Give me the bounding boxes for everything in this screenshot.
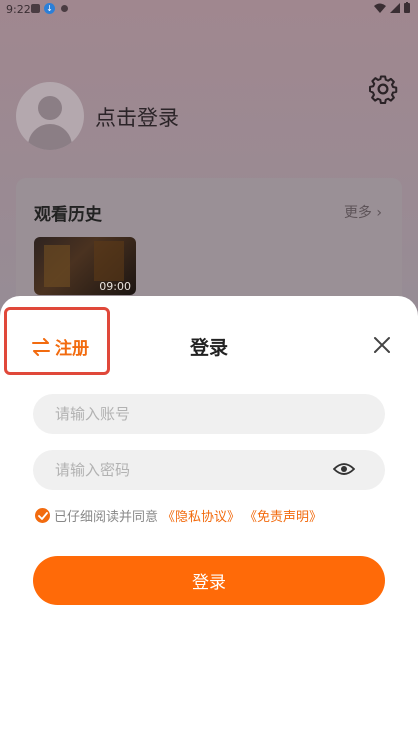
close-icon[interactable] bbox=[372, 335, 392, 355]
app-notification-icon bbox=[61, 5, 68, 12]
notification-icon bbox=[31, 4, 40, 13]
status-time: 9:22 bbox=[6, 3, 31, 16]
system-icons bbox=[374, 2, 410, 13]
login-button[interactable]: 登录 bbox=[33, 556, 385, 605]
wifi-icon bbox=[374, 3, 386, 13]
avatar[interactable] bbox=[16, 82, 84, 150]
video-duration: 09:00 bbox=[99, 280, 131, 293]
gear-icon[interactable] bbox=[368, 74, 398, 104]
history-title: 观看历史 bbox=[34, 205, 102, 225]
account-input[interactable] bbox=[33, 394, 385, 434]
sheet-title: 登录 bbox=[189, 337, 228, 359]
login-sheet: 注册 登录 已仔细阅读并同意《隐私协议》《免责声明》 登录 bbox=[0, 296, 418, 743]
battery-icon bbox=[404, 2, 410, 13]
signal-icon bbox=[390, 2, 400, 13]
history-thumbnail[interactable]: 09:00 bbox=[34, 237, 136, 295]
agreement-row: 已仔细阅读并同意 《隐私协议》 《免责声明》 bbox=[35, 506, 322, 525]
check-icon[interactable] bbox=[35, 508, 50, 523]
disclaimer-link[interactable]: 《免责声明》 bbox=[244, 506, 322, 525]
avatar-icon bbox=[38, 96, 62, 120]
history-more-link[interactable]: 更多 › bbox=[344, 202, 382, 222]
privacy-policy-link[interactable]: 《隐私协议》 bbox=[162, 506, 240, 525]
status-bar: 9:22 ↓ bbox=[0, 0, 418, 18]
login-prompt[interactable]: 点击登录 bbox=[95, 102, 179, 132]
eye-icon[interactable] bbox=[333, 461, 355, 477]
agreement-text: 已仔细阅读并同意 bbox=[54, 510, 159, 525]
download-icon: ↓ bbox=[44, 3, 55, 14]
